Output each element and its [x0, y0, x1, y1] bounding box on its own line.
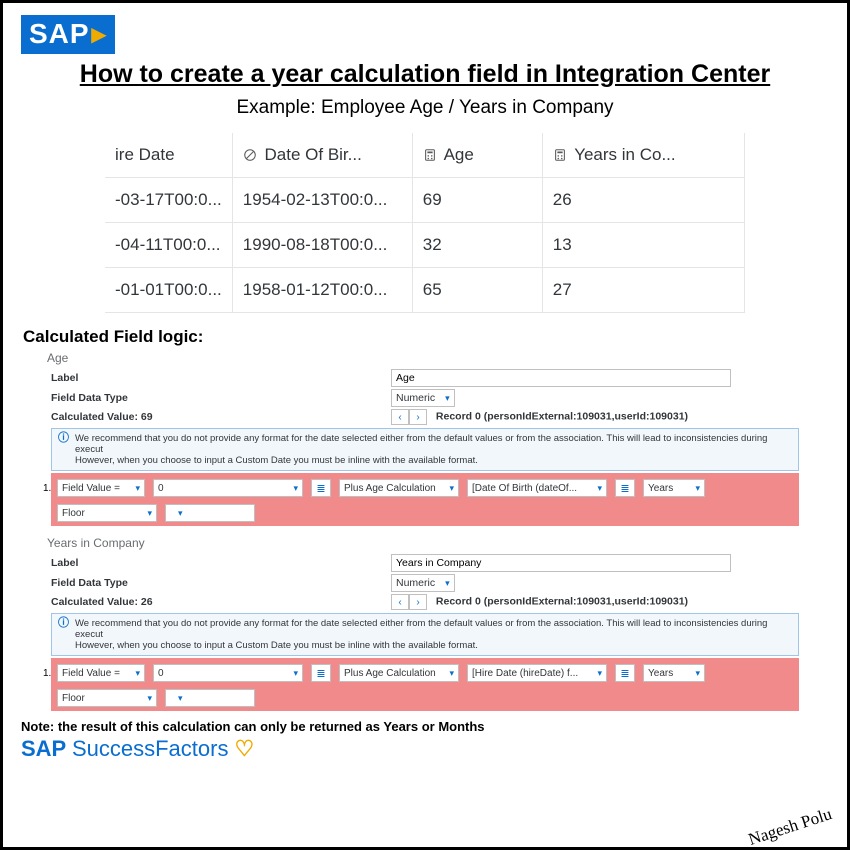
- list-button[interactable]: ≣: [311, 479, 331, 497]
- col-years-in-company: Years in Co...: [542, 133, 744, 178]
- footer-note: Note: the result of this calculation can…: [21, 719, 829, 734]
- operation-select[interactable]: Plus Age Calculation▾: [339, 664, 459, 682]
- chevron-down-icon: ▾: [147, 508, 152, 519]
- age-section-title: Age: [47, 351, 829, 365]
- preview-table: ire Date Date Of Bir... Age Years in Co.…: [105, 133, 745, 313]
- label-label: Label: [51, 557, 391, 569]
- chevron-down-icon: ▾: [695, 668, 700, 679]
- chevron-down-icon: ▾: [445, 578, 450, 589]
- chevron-down-icon: ▾: [449, 668, 454, 679]
- record-info: Record 0 (personIdExternal:109031,userId…: [436, 596, 688, 608]
- chevron-down-icon: ▾: [147, 693, 152, 704]
- chevron-down-icon: ▾: [597, 668, 602, 679]
- record-info: Record 0 (personIdExternal:109031,userId…: [436, 411, 688, 423]
- chevron-down-icon: ▾: [293, 483, 298, 494]
- successfactors-logo: SAP SuccessFactors ♡: [21, 736, 829, 762]
- unit-select[interactable]: Years▾: [643, 664, 705, 682]
- info-banner: ⓘ We recommend that you do not provide a…: [51, 428, 799, 471]
- chevron-down-icon: ▾: [178, 693, 183, 704]
- type-label: Field Data Type: [51, 577, 391, 589]
- calc-row-1: Field Value =▾ 0▾ ≣ Plus Age Calculation…: [51, 473, 799, 501]
- logic-heading: Calculated Field logic:: [23, 327, 829, 347]
- extra-select[interactable]: ▾: [165, 504, 255, 522]
- calculator-icon: [553, 148, 567, 162]
- field-value-select[interactable]: Field Value =▾: [57, 664, 145, 682]
- chevron-down-icon: ▾: [135, 668, 140, 679]
- chevron-down-icon: ▾: [449, 483, 454, 494]
- type-label: Field Data Type: [51, 392, 391, 404]
- label-input[interactable]: [391, 554, 731, 572]
- age-field-block: Age Label Field Data Type Numeric▾ Calcu…: [21, 351, 829, 526]
- next-record-button[interactable]: ›: [409, 594, 427, 610]
- info-icon: ⓘ: [58, 433, 69, 466]
- row-number: 1.: [43, 668, 51, 679]
- col-hire-date: ire Date: [105, 133, 232, 178]
- chevron-down-icon: ▾: [178, 508, 183, 519]
- table-row: -01-01T00:0... 1958-01-12T00:0... 65 27: [105, 268, 745, 313]
- calculator-icon: [423, 148, 437, 162]
- chevron-down-icon: ▾: [445, 393, 450, 404]
- list-button[interactable]: ≣: [615, 664, 635, 682]
- prev-record-button[interactable]: ‹: [391, 409, 409, 425]
- info-icon: ⓘ: [58, 618, 69, 651]
- chevron-down-icon: ▾: [135, 483, 140, 494]
- row-number: 1.: [43, 483, 51, 494]
- table-row: -04-11T00:0... 1990-08-18T00:0... 32 13: [105, 223, 745, 268]
- col-age: Age: [412, 133, 542, 178]
- chevron-down-icon: ▾: [597, 483, 602, 494]
- sap-logo: SAP▸: [21, 15, 115, 54]
- page-subtitle: Example: Employee Age / Years in Company: [21, 97, 829, 119]
- yic-field-block: Years in Company Label Field Data Type N…: [21, 536, 829, 711]
- list-button[interactable]: ≣: [615, 479, 635, 497]
- date-field-select[interactable]: [Hire Date (hireDate) f...▾: [467, 664, 607, 682]
- label-label: Label: [51, 372, 391, 384]
- extra-select[interactable]: ▾: [165, 689, 255, 707]
- field-value-select[interactable]: Field Value =▾: [57, 479, 145, 497]
- yic-section-title: Years in Company: [47, 536, 829, 550]
- next-record-button[interactable]: ›: [409, 409, 427, 425]
- calculated-value-label: Calculated Value: 69: [51, 411, 391, 423]
- round-select[interactable]: Floor▾: [57, 504, 157, 522]
- calc-row-1b: Floor▾ ▾: [51, 501, 799, 526]
- no-format-icon: [243, 148, 257, 162]
- page-title: How to create a year calculation field i…: [21, 60, 829, 89]
- type-select[interactable]: Numeric▾: [391, 574, 455, 592]
- constant-select[interactable]: 0▾: [153, 479, 303, 497]
- constant-select[interactable]: 0▾: [153, 664, 303, 682]
- calculated-value-label: Calculated Value: 26: [51, 596, 391, 608]
- signature: Nagesh Polu: [746, 804, 834, 850]
- prev-record-button[interactable]: ‹: [391, 594, 409, 610]
- table-row: -03-17T00:0... 1954-02-13T00:0... 69 26: [105, 178, 745, 223]
- chevron-down-icon: ▾: [293, 668, 298, 679]
- chevron-down-icon: ▾: [695, 483, 700, 494]
- operation-select[interactable]: Plus Age Calculation▾: [339, 479, 459, 497]
- info-banner: ⓘ We recommend that you do not provide a…: [51, 613, 799, 656]
- type-select[interactable]: Numeric▾: [391, 389, 455, 407]
- label-input[interactable]: [391, 369, 731, 387]
- unit-select[interactable]: Years▾: [643, 479, 705, 497]
- calc-row-1b: Floor▾ ▾: [51, 686, 799, 711]
- col-dob: Date Of Bir...: [232, 133, 412, 178]
- date-field-select[interactable]: [Date Of Birth (dateOf...▾: [467, 479, 607, 497]
- round-select[interactable]: Floor▾: [57, 689, 157, 707]
- list-button[interactable]: ≣: [311, 664, 331, 682]
- table-header-row: ire Date Date Of Bir... Age Years in Co.…: [105, 133, 745, 178]
- calc-row-1: Field Value =▾ 0▾ ≣ Plus Age Calculation…: [51, 658, 799, 686]
- heart-icon: ♡: [234, 736, 254, 762]
